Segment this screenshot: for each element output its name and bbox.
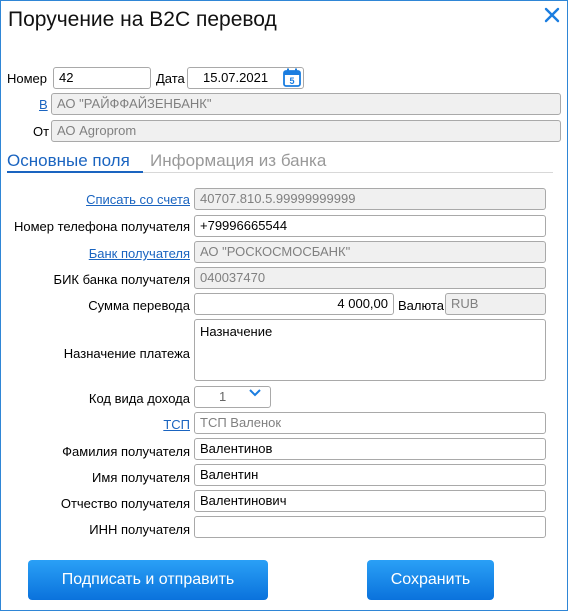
amount-input[interactable]: 4 000,00 [194,293,394,315]
income-code-label: Код вида дохода [88,391,190,406]
from-input: АО Agroprom [51,120,561,142]
number-label: Номер [7,71,48,86]
to-bank-input: АО "РАЙФФАЙЗЕНБАНК" [51,93,561,115]
to-bank-link[interactable]: В [39,97,48,112]
first-name-label: Имя получателя [92,470,190,485]
amount-label: Сумма перевода [88,298,190,313]
from-label: От [33,124,50,139]
tsp-input: ТСП Валенок [194,412,546,434]
patronymic-label: Отчество получателя [60,496,190,511]
save-button[interactable]: Сохранить [367,560,494,600]
date-label: Дата [156,71,185,86]
currency-label: Валюта [398,298,444,313]
first-name-input[interactable]: Валентин [194,464,546,486]
inn-label: ИНН получателя [89,522,190,537]
debit-account-link[interactable]: Списать со счета [86,192,190,207]
patronymic-input[interactable]: Валентинович [194,490,546,512]
number-input[interactable]: 42 [53,67,151,89]
svg-text:5: 5 [289,76,294,86]
last-name-input[interactable]: Валентинов [194,438,546,460]
dialog-title: Поручение на B2C перевод [8,8,277,31]
recipient-bank-input: АО "РОСКОСМОСБАНК" [194,241,546,263]
sign-and-send-button[interactable]: Подписать и отправить [28,560,268,600]
inn-input[interactable] [194,516,546,538]
tab-bank-info[interactable]: Информация из банка [150,151,326,171]
tsp-link[interactable]: ТСП [163,417,190,432]
tab-main-fields[interactable]: Основные поля [7,151,130,171]
recipient-bank-link[interactable]: Банк получателя [89,246,190,261]
currency-input: RUB [445,293,546,315]
debit-account-input: 40707.810.5.99999999999 [194,188,546,210]
phone-label: Номер телефона получателя [13,219,190,234]
bic-input: 040037470 [194,267,546,289]
purpose-label: Назначение платежа [63,346,190,361]
b2c-transfer-dialog: Поручение на B2C перевод Номер 42 Дата 1… [0,0,568,611]
purpose-textarea[interactable]: Назначение [194,319,546,381]
tab-active-underline [7,171,143,173]
bic-label: БИК банка получателя [53,272,190,287]
close-icon[interactable] [542,5,562,25]
chevron-down-icon[interactable] [249,389,261,397]
phone-input[interactable]: +79996665544 [194,215,546,237]
last-name-label: Фамилия получателя [62,444,190,459]
calendar-icon[interactable]: 5 [283,68,301,87]
